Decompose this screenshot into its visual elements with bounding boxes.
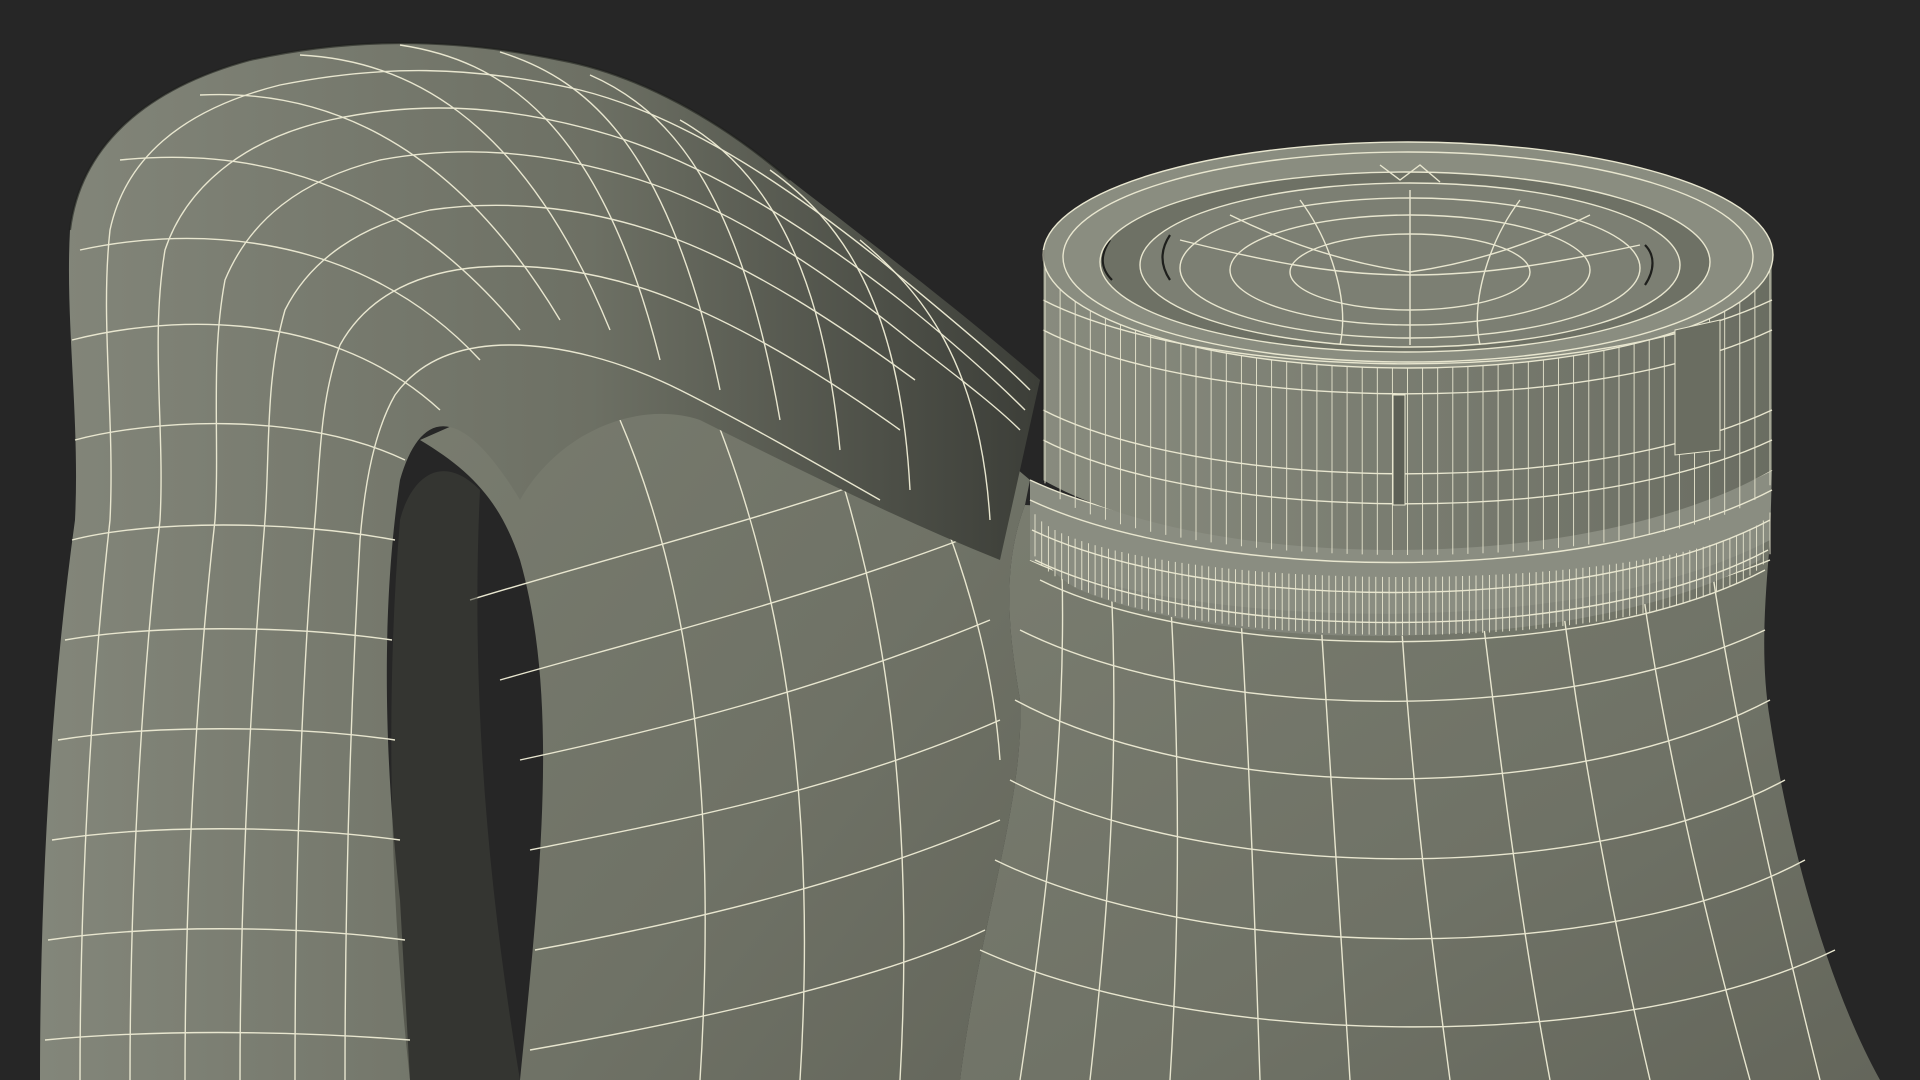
bottle-cap-mesh — [1041, 141, 1774, 555]
render-viewport — [0, 0, 1920, 1080]
